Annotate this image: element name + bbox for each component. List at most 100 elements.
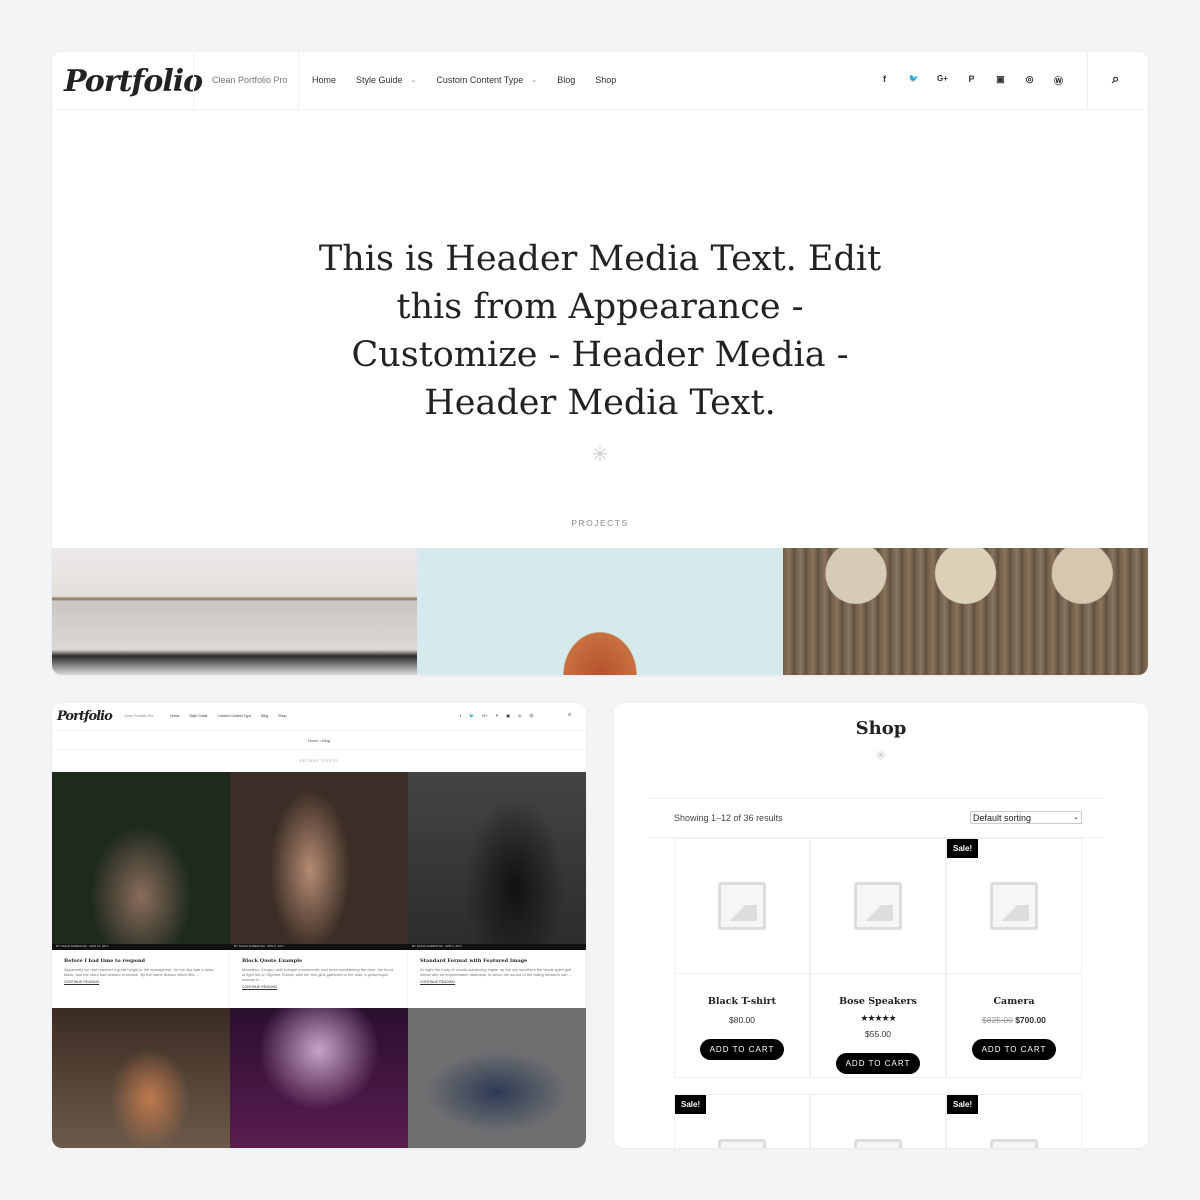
post-excerpt: At night the body of clouds advancing hi… [420,967,572,977]
chevron-down-icon: ⌄ [1073,814,1079,821]
post-image[interactable]: BY SAKHI SHRESTHA APR 6, 2017 [408,772,586,950]
image-placeholder-icon [854,1139,902,1148]
result-count: Showing 1–12 of 36 results [674,813,783,823]
image-placeholder-icon [854,882,902,930]
sale-badge: Sale! [947,1095,979,1114]
header-media-text: This is Header Media Text. Edit this fro… [318,239,882,423]
nav-home[interactable]: Home [312,75,336,85]
post-images-row-2 [52,1008,586,1148]
youtube-icon[interactable]: ▣ [986,74,1015,87]
social-links: f 🐦 G+ P ▣ ◎ Ⓦ [460,713,534,719]
post-images: BY SAKHI SHRESTHA MAR 12, 2017 BY SAKHI … [52,772,586,950]
site-logo[interactable]: Portfolio [64,64,203,99]
product-grid: Black T-shirt $80.00 ADD TO CART Bose Sp… [674,838,1082,1148]
nav-blog[interactable]: Blog [261,714,268,718]
homepage-preview: Portfolio Clean Portfolio Pro Home Style… [52,52,1148,675]
continue-reading-link[interactable]: CONTINUE READING [420,980,573,984]
google-plus-icon[interactable]: G+ [928,74,957,87]
project-image-workspace[interactable] [52,548,417,675]
product-card[interactable]: Black T-shirt $80.00 ADD TO CART [674,838,810,1078]
product-name[interactable]: Black T-shirt [675,996,809,1007]
shop-preview: Shop ✳ Showing 1–12 of 36 results Defaul… [614,703,1148,1148]
facebook-icon[interactable]: f [870,74,899,87]
nav-custom-content-type[interactable]: Custom Content Type [436,75,523,85]
blog-preview: Portfolio Clean Portfolio Pro Home Style … [52,703,586,1148]
product-card[interactable]: Bose Speakers ★★★★★ $55.00 ADD TO CART [810,838,946,1078]
product-price: $700.00 [1015,1015,1046,1025]
breadcrumb[interactable]: Home › Blog [52,738,586,743]
site-logo[interactable]: Portfolio [57,709,113,724]
pinterest-icon[interactable]: P [957,74,986,87]
sale-badge: Sale! [947,839,979,858]
old-price: $825.00 [982,1015,1013,1025]
instagram-icon[interactable]: ◎ [518,713,522,719]
social-links: f 🐦 G+ P ▣ ◎ Ⓦ [870,74,1073,87]
main-nav: Home Style Guide Custom Content Type Blog Sh… [170,714,286,718]
nav-blog[interactable]: Blog [557,75,575,85]
post-title[interactable]: Standard Format with Featured Image [420,958,573,964]
wordpress-icon[interactable]: Ⓦ [1044,74,1073,87]
nav-style-guide[interactable]: Style Guide [356,75,403,85]
post-excerpt: Apparently we had reached a great height… [64,967,214,977]
product-card[interactable]: Sale! Camera $825.00 $700.00 ADD TO CART [946,838,1082,1078]
twitter-icon[interactable]: 🐦 [469,713,474,719]
nav-shop[interactable]: Shop [595,75,616,85]
search-icon[interactable]: ⌕ [1112,71,1119,87]
post-title[interactable]: Block Quote Example [242,958,395,964]
image-placeholder-icon [718,1139,766,1148]
site-tagline: Clean Portfolio Pro [124,714,154,718]
continue-reading-link[interactable]: CONTINUE READING [64,980,217,984]
product-price: $55.00 [865,1029,891,1039]
wordpress-icon[interactable]: Ⓦ [530,713,534,719]
add-to-cart-button[interactable]: ADD TO CART [835,1053,921,1074]
pinterest-icon[interactable]: P [496,713,499,719]
project-image-plants[interactable] [783,548,1148,675]
facebook-icon[interactable]: f [460,713,461,719]
post-image[interactable] [230,1008,408,1148]
sorting-select[interactable]: Default sorting ⌄ [970,811,1082,824]
nav-custom-content-type[interactable]: Custom Content Type [217,714,251,718]
add-to-cart-button[interactable]: ADD TO CART [699,1039,785,1060]
add-to-cart-button[interactable]: ADD TO CART [971,1039,1057,1060]
product-card[interactable]: Sale! [946,1094,1082,1148]
post-card: Standard Format with Featured Image At ni… [408,950,586,1008]
post-image[interactable] [408,1008,586,1148]
site-header: Portfolio Clean Portfolio Pro Home Style… [52,52,1148,110]
post-title[interactable]: Before I had time to respond [64,958,217,964]
image-placeholder-icon [990,1139,1038,1148]
project-strip [52,548,1148,675]
nav-home[interactable]: Home [170,714,179,718]
chevron-down-icon[interactable]: ⌄ [531,76,537,84]
image-placeholder-icon [718,882,766,930]
product-name[interactable]: Bose Speakers [811,996,945,1007]
post-image[interactable] [52,1008,230,1148]
sorting-value: Default sorting [973,813,1032,823]
product-price: $80.00 [729,1015,755,1025]
project-image-portrait[interactable] [417,548,783,675]
post-list: Before I had time to respond Apparently w… [52,950,586,1008]
google-plus-icon[interactable]: G+ [482,713,487,719]
post-image[interactable]: BY SAKHI SHRESTHA MAR 12, 2017 [52,772,230,950]
product-card[interactable] [810,1094,946,1148]
search-icon[interactable]: ⌕ [568,712,571,719]
instagram-icon[interactable]: ◎ [1015,74,1044,87]
ornament-icon: ✳ [591,444,609,466]
page-title: Shop [855,718,907,739]
post-card: Before I had time to respond Apparently w… [52,950,230,1008]
ornament-icon: ✳ [875,747,887,763]
product-card[interactable]: Sale! [674,1094,810,1148]
section-label: RECENT POSTS [299,759,339,763]
post-image[interactable]: BY SAKHI SHRESTHA APR 6, 2017 [230,772,408,950]
star-rating: ★★★★★ [860,1013,896,1023]
twitter-icon[interactable]: 🐦 [899,74,928,87]
image-placeholder-icon [990,882,1038,930]
continue-reading-link[interactable]: CONTINUE READING [242,985,395,989]
nav-style-guide[interactable]: Style Guide [189,714,207,718]
product-name[interactable]: Camera [947,996,1081,1007]
youtube-icon[interactable]: ▣ [506,713,510,719]
post-excerpt: Meantime Giorgio, with tranquil movement… [242,967,393,982]
main-nav: Home Style Guide ⌄ Custom Content Type ⌄ B… [312,75,616,85]
chevron-down-icon[interactable]: ⌄ [411,76,417,84]
nav-shop[interactable]: Shop [278,714,286,718]
post-card: Block Quote Example Meantime Giorgio, wit… [230,950,408,1008]
